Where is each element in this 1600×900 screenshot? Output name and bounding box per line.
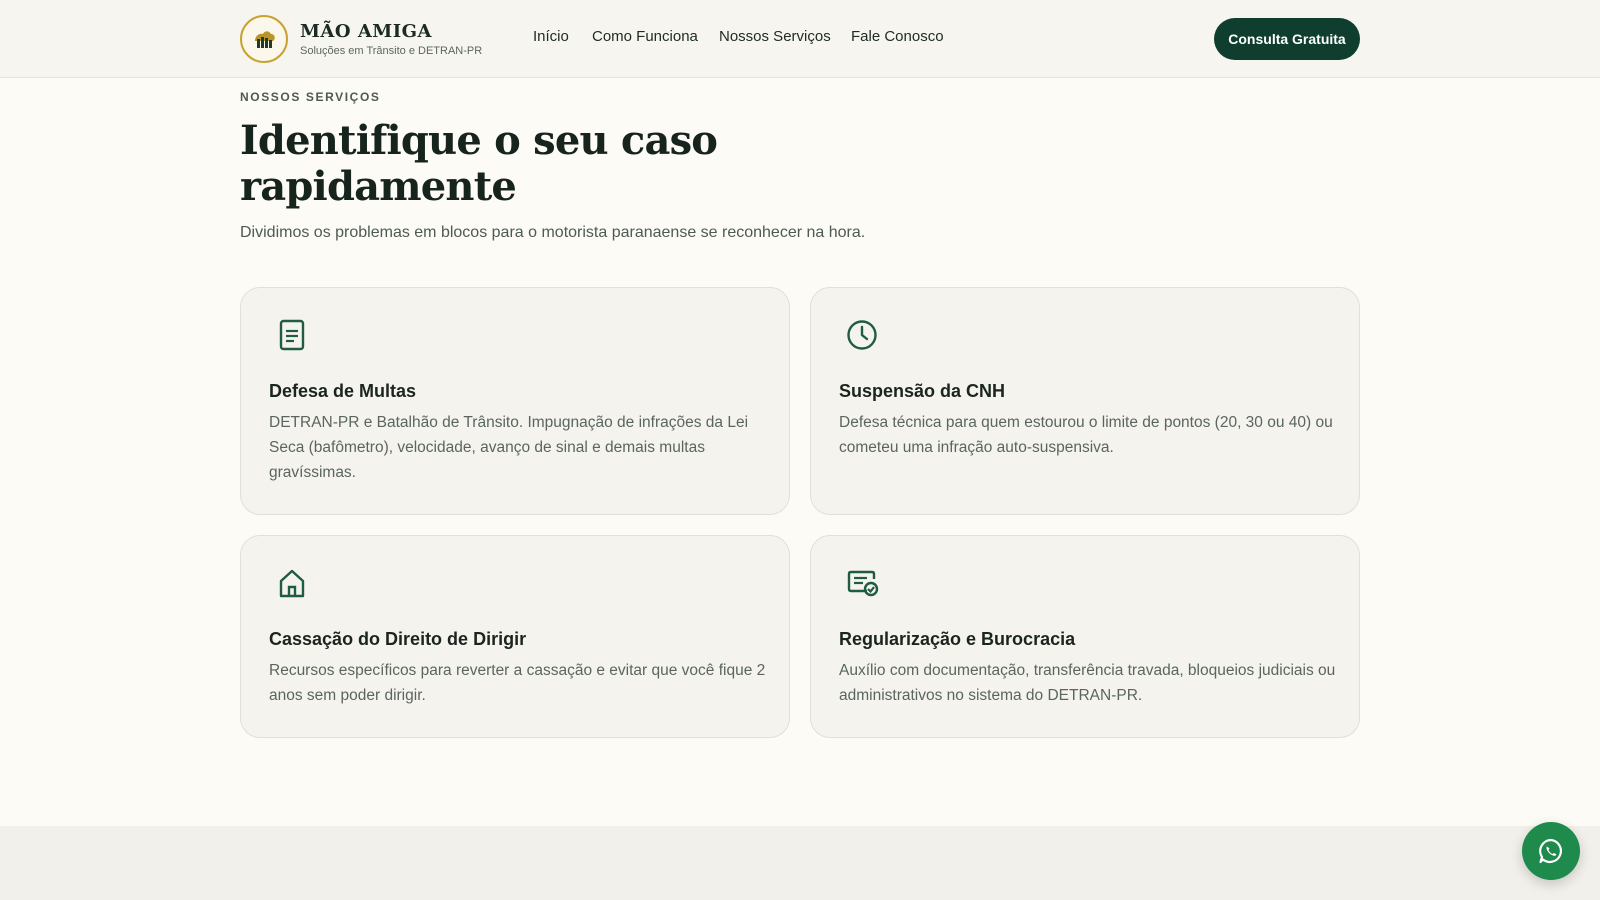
whatsapp-button[interactable] [1522,822,1580,880]
card-title: Cassação do Direito de Dirigir [269,629,527,649]
site-header: MÃO AMIGA Soluções em Trânsito e DETRAN-… [0,0,1600,78]
service-card-regularizacao[interactable]: Regularização e Burocracia Auxílio com d… [810,535,1360,738]
nav-inicio[interactable]: Início [533,28,569,45]
service-card-suspensao-cnh[interactable]: Suspensão da CNH Defesa técnica para que… [810,287,1360,515]
section-subtitle: Dividimos os problemas em blocos para o … [240,224,866,241]
hand-icon [240,15,288,63]
document-icon [279,319,305,351]
brand-tagline: Soluções em Trânsito e DETRAN-PR [300,44,483,57]
nav-nossos-servicos[interactable]: Nossos Serviços [719,28,831,45]
card-description: Defesa técnica para quem estourou o limi… [839,414,1333,456]
card-title: Suspensão da CNH [839,381,1006,401]
home-icon [279,569,305,598]
next-section-band [0,826,1600,900]
section-eyebrow: NOSSOS SERVIÇOS [240,90,381,104]
logo[interactable]: MÃO AMIGA Soluções em Trânsito e DETRAN-… [240,15,482,63]
consulta-gratuita-button[interactable]: Consulta Gratuita [1214,18,1360,60]
brand-name: MÃO AMIGA [300,20,432,42]
card-description: Auxílio com documentação, transferência … [839,662,1336,704]
card-description: Recursos específicos para reverter a cas… [269,662,766,704]
card-description: DETRAN-PR e Batalhão de Trânsito. Impugn… [269,414,749,481]
service-card-defesa-multas[interactable]: Defesa de Multas DETRAN-PR e Batalhão de… [240,287,790,515]
certificate-check-icon [847,570,879,597]
nav-fale-conosco[interactable]: Fale Conosco [851,28,944,45]
section-title: Identifique o seu caso rapidamente [240,117,718,210]
nav-como-funciona[interactable]: Como Funciona [592,28,698,45]
clock-icon [847,320,877,350]
card-title: Regularização e Burocracia [839,629,1076,649]
whatsapp-icon [1539,838,1563,864]
card-title: Defesa de Multas [269,381,417,401]
service-card-cassacao[interactable]: Cassação do Direito de Dirigir Recursos … [240,535,790,738]
